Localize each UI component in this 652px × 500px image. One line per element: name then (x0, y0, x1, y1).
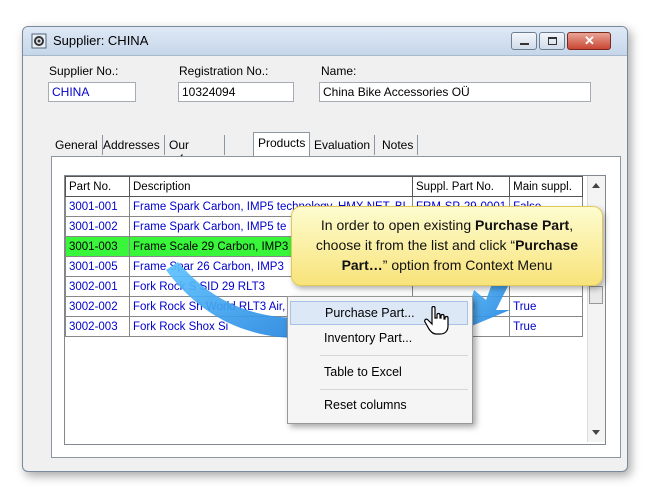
cell-part-no: 3001-002 (65, 216, 130, 237)
name-field[interactable]: China Bike Accessories OÜ (319, 82, 591, 102)
close-button[interactable]: ✕ (567, 32, 611, 50)
cell-main-suppl: True (509, 316, 584, 337)
window-title: Supplier: CHINA (53, 33, 149, 48)
maximize-icon (548, 37, 557, 45)
minimize-button[interactable] (511, 32, 537, 50)
column-header-main-suppl[interactable]: Main suppl. (509, 176, 584, 197)
name-label: Name: (321, 64, 357, 78)
cell-part-no: 3002-001 (65, 276, 130, 297)
tab-notes[interactable]: Notes (378, 135, 419, 155)
tab-our-reference[interactable]: Our reference (165, 135, 225, 166)
table-header-row: Part No. Description Suppl. Part No. Mai… (65, 176, 584, 197)
callout-text-2b: Purchase (515, 237, 579, 253)
column-header-part-no[interactable]: Part No. (65, 176, 130, 197)
cell-part-no: 3001-003 (65, 236, 130, 257)
menu-separator (320, 355, 468, 356)
minimize-icon (520, 43, 529, 45)
supplier-no-label: Supplier No.: (49, 64, 119, 78)
menu-item-table-to-excel[interactable]: Table to Excel (290, 361, 468, 385)
app-gear-icon (31, 33, 47, 49)
tab-general[interactable]: General (51, 135, 103, 155)
scroll-thumb[interactable] (589, 286, 603, 304)
close-icon: ✕ (584, 33, 595, 48)
maximize-button[interactable] (539, 32, 565, 50)
tab-addresses[interactable]: Addresses (99, 135, 165, 155)
callout-text-3b: ” option from Context Menu (382, 257, 553, 273)
cell-part-no: 3001-005 (65, 256, 130, 277)
tab-products[interactable]: Products (253, 132, 311, 156)
instruction-callout: In order to open existing Purchase Part,… (291, 206, 603, 286)
cell-main-suppl: True (509, 296, 584, 317)
column-header-suppl-part-no[interactable]: Suppl. Part No. (411, 176, 511, 197)
registration-no-field[interactable]: 10324094 (178, 82, 294, 102)
supplier-no-field[interactable]: CHINA (48, 82, 136, 102)
hand-cursor-icon (424, 306, 449, 335)
cell-part-no: 3002-003 (65, 316, 130, 337)
registration-no-label: Registration No.: (179, 64, 269, 78)
callout-text-1c: , (569, 217, 574, 233)
column-header-description[interactable]: Description (129, 176, 413, 197)
menu-item-reset-columns[interactable]: Reset columns (290, 394, 468, 418)
scroll-down-arrow-icon[interactable] (592, 430, 600, 435)
tab-evaluation[interactable]: Evaluation (310, 135, 376, 155)
callout-text-1a: In order to open existing (320, 217, 476, 233)
scroll-up-arrow-icon[interactable] (592, 183, 600, 188)
title-bar[interactable]: Supplier: CHINA ✕ (23, 27, 627, 56)
callout-text-2a: choose it from the list and click “ (315, 237, 516, 253)
cell-part-no: 3001-001 (65, 196, 130, 217)
callout-text-3a: Part… (341, 257, 383, 273)
cell-part-no: 3002-002 (65, 296, 130, 317)
menu-separator (320, 389, 468, 390)
callout-text-1b: Purchase Part (475, 217, 570, 233)
